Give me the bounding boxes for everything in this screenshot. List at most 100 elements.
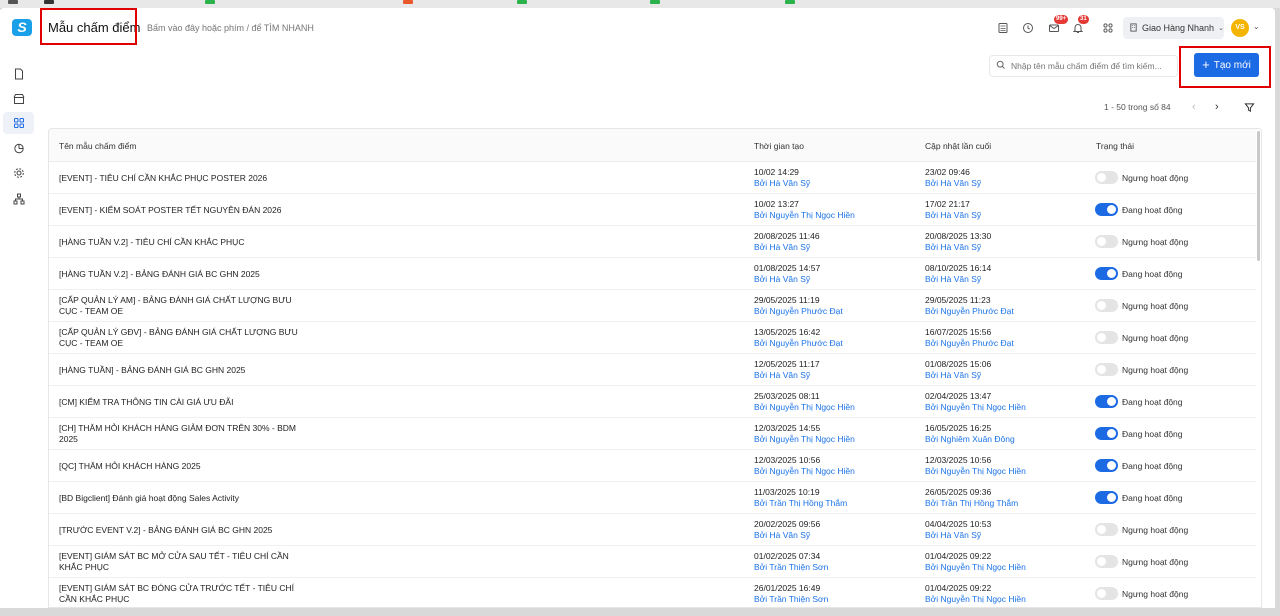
created-by-user[interactable]: Hà Văn Sỹ	[770, 370, 811, 380]
created-by-user[interactable]: Trần Thiện Sơn	[769, 594, 828, 604]
status-toggle[interactable]	[1095, 267, 1118, 280]
template-name[interactable]: [HÀNG TUẦN V.2] - TIÊU CHÍ CẦN KHẮC PHỤC	[59, 237, 299, 248]
status-toggle[interactable]	[1095, 587, 1118, 600]
notification-badge: 31	[1078, 15, 1089, 24]
table-row[interactable]: [BD Bigclient] Đánh giá hoạt động Sales …	[49, 482, 1256, 514]
created-by-user[interactable]: Hà Văn Sỹ	[770, 274, 811, 284]
updated-by-user[interactable]: Nguyễn Thị Ngọc Hiền	[941, 466, 1026, 476]
status-toggle[interactable]	[1095, 427, 1118, 440]
updated-cell: 26/05/2025 09:36 Bởi Trần Thị Hồng Thắm	[925, 487, 1018, 509]
grid-icon[interactable]	[3, 112, 34, 134]
column-header-name[interactable]: Tên mẫu chấm điểm	[59, 141, 136, 151]
created-by-user[interactable]: Nguyễn Phước Đạt	[770, 306, 843, 316]
template-name[interactable]: [HÀNG TUẦN V.2] - BẢNG ĐÁNH GIÁ BC GHN 2…	[59, 269, 299, 280]
gear-icon[interactable]	[10, 164, 28, 182]
created-by-user[interactable]: Hà Văn Sỹ	[770, 530, 811, 540]
template-name[interactable]: [CẤP QUẢN LÝ AM] - BẢNG ĐÁNH GIÁ CHẤT LƯ…	[59, 295, 299, 317]
calculator-icon[interactable]	[996, 21, 1010, 35]
table-row[interactable]: [QC] THĂM HỎI KHÁCH HÀNG 2025 12/03/2025 …	[49, 450, 1256, 482]
template-name[interactable]: [TRƯỚC EVENT V.2] - BẢNG ĐÁNH GIÁ BC GHN…	[59, 525, 299, 536]
store-icon[interactable]	[10, 90, 28, 108]
table-scrollbar[interactable]	[1256, 129, 1261, 607]
template-name[interactable]: [QC] THĂM HỎI KHÁCH HÀNG 2025	[59, 461, 299, 472]
table-row[interactable]: [CẤP QUẢN LÝ GĐV] - BẢNG ĐÁNH GIÁ CHẤT L…	[49, 322, 1256, 354]
template-name[interactable]: [EVENT] - TIÊU CHÍ CẦN KHẮC PHỤC POSTER …	[59, 173, 299, 184]
table-row[interactable]: [CH] THĂM HỎI KHÁCH HÀNG GIẢM ĐƠN TRÊN 3…	[49, 418, 1256, 450]
column-header-created[interactable]: Thời gian tạo	[754, 141, 804, 151]
avatar[interactable]: VS	[1231, 19, 1249, 37]
scrollbar-thumb[interactable]	[1257, 131, 1260, 261]
updated-by-user[interactable]: Hà Văn Sỹ	[941, 370, 982, 380]
table-row[interactable]: [TRƯỚC EVENT V.2] - BẢNG ĐÁNH GIÁ BC GHN…	[49, 514, 1256, 546]
bell-icon[interactable]: 31	[1071, 15, 1089, 35]
column-header-status[interactable]: Trạng thái	[1096, 141, 1134, 151]
document-icon[interactable]	[10, 65, 28, 83]
updated-by-user[interactable]: Nguyễn Phước Đạt	[941, 306, 1014, 316]
created-by-user[interactable]: Nguyễn Thị Ngọc Hiền	[770, 434, 855, 444]
created-time: 20/08/2025 11:46	[754, 231, 820, 241]
table-row[interactable]: [EVENT] GIÁM SÁT BC ĐÓNG CỬA TRƯỚC TẾT -…	[49, 578, 1256, 607]
created-by-user[interactable]: Trần Thiện Sơn	[769, 562, 828, 572]
chevron-right-icon[interactable]: ›	[1215, 101, 1219, 113]
updated-by-user[interactable]: Hà Văn Sỹ	[941, 178, 982, 188]
created-by-user[interactable]: Nguyễn Thị Ngọc Hiền	[770, 466, 855, 476]
pie-chart-icon[interactable]	[10, 139, 28, 157]
updated-by-user[interactable]: Nguyễn Thị Ngọc Hiền	[941, 402, 1026, 412]
status-toggle[interactable]	[1095, 395, 1118, 408]
status-toggle[interactable]	[1095, 171, 1118, 184]
template-name[interactable]: [CM] KIỂM TRA THÔNG TIN CÀI GIÁ ƯU ĐÃI	[59, 397, 299, 408]
table-row[interactable]: [CM] KIỂM TRA THÔNG TIN CÀI GIÁ ƯU ĐÃI 25…	[49, 386, 1256, 418]
updated-by-user[interactable]: Hà Văn Sỹ	[941, 530, 982, 540]
status-toggle[interactable]	[1095, 299, 1118, 312]
template-name[interactable]: [CẤP QUẢN LÝ GĐV] - BẢNG ĐÁNH GIÁ CHẤT L…	[59, 327, 299, 349]
updated-by-user[interactable]: Trần Thị Hồng Thắm	[940, 498, 1018, 508]
column-header-updated[interactable]: Cập nhật lần cuối	[925, 141, 991, 151]
created-by-user[interactable]: Trần Thị Hồng Thắm	[769, 498, 847, 508]
table-row[interactable]: [CẤP QUẢN LÝ AM] - BẢNG ĐÁNH GIÁ CHẤT LƯ…	[49, 290, 1256, 322]
table-row[interactable]: [EVENT] - TIÊU CHÍ CẦN KHẮC PHỤC POSTER …	[49, 162, 1256, 194]
chevron-down-icon[interactable]: ⌄	[1253, 22, 1260, 31]
apps-icon[interactable]	[1101, 21, 1115, 35]
search-input[interactable]	[1011, 61, 1171, 71]
mail-icon[interactable]: 99+	[1047, 15, 1069, 35]
updated-by-user[interactable]: Hà Văn Sỹ	[941, 210, 982, 220]
table-row[interactable]: [HÀNG TUẦN V.2] - TIÊU CHÍ CẦN KHẮC PHỤC…	[49, 226, 1256, 258]
created-by-user[interactable]: Hà Văn Sỹ	[770, 242, 811, 252]
template-name[interactable]: [BD Bigclient] Đánh giá hoạt động Sales …	[59, 493, 299, 504]
search-box[interactable]	[989, 55, 1178, 77]
template-name[interactable]: [EVENT] GIÁM SÁT BC MỞ CỬA SAU TẾT - TIÊ…	[59, 551, 299, 573]
updated-by-user[interactable]: Hà Văn Sỹ	[941, 274, 982, 284]
quick-search-hint[interactable]: Bấm vào đây hoặc phím / để TÌM NHANH	[147, 23, 314, 33]
template-name[interactable]: [EVENT] - KIỂM SOÁT POSTER TẾT NGUYÊN ĐÁ…	[59, 205, 299, 216]
status-toggle[interactable]	[1095, 523, 1118, 536]
status-toggle[interactable]	[1095, 363, 1118, 376]
updated-by-user[interactable]: Nghiêm Xuân Đông	[941, 434, 1015, 444]
template-name[interactable]: [EVENT] GIÁM SÁT BC ĐÓNG CỬA TRƯỚC TẾT -…	[59, 583, 299, 605]
status-toggle[interactable]	[1095, 203, 1118, 216]
updated-by-user[interactable]: Nguyễn Thị Ngọc Hiền	[941, 562, 1026, 572]
updated-by-user[interactable]: Nguyễn Phước Đạt	[941, 338, 1014, 348]
table-row[interactable]: [EVENT] GIÁM SÁT BC MỞ CỬA SAU TẾT - TIÊ…	[49, 546, 1256, 578]
created-by-user[interactable]: Hà Văn Sỹ	[770, 178, 811, 188]
status-toggle[interactable]	[1095, 235, 1118, 248]
status-toggle[interactable]	[1095, 331, 1118, 344]
template-name[interactable]: [HÀNG TUẦN] - BẢNG ĐÁNH GIÁ BC GHN 2025	[59, 365, 299, 376]
created-by-user[interactable]: Nguyễn Thị Ngọc Hiền	[770, 210, 855, 220]
table-row[interactable]: [EVENT] - KIỂM SOÁT POSTER TẾT NGUYÊN ĐÁ…	[49, 194, 1256, 226]
status-toggle[interactable]	[1095, 491, 1118, 504]
status-toggle[interactable]	[1095, 555, 1118, 568]
table-row[interactable]: [HÀNG TUẦN] - BẢNG ĐÁNH GIÁ BC GHN 2025 1…	[49, 354, 1256, 386]
status-toggle[interactable]	[1095, 459, 1118, 472]
company-selector[interactable]: Giao Hàng Nhanh ⌄	[1123, 17, 1224, 39]
template-name[interactable]: [CH] THĂM HỎI KHÁCH HÀNG GIẢM ĐƠN TRÊN 3…	[59, 423, 299, 445]
chevron-left-icon[interactable]: ‹	[1192, 101, 1196, 113]
filter-icon[interactable]	[1244, 102, 1255, 116]
created-by-user[interactable]: Nguyễn Phước Đạt	[770, 338, 843, 348]
created-by-user[interactable]: Nguyễn Thị Ngọc Hiền	[770, 402, 855, 412]
table-row[interactable]: [HÀNG TUẦN V.2] - BẢNG ĐÁNH GIÁ BC GHN 2…	[49, 258, 1256, 290]
updated-by-user[interactable]: Hà Văn Sỹ	[941, 242, 982, 252]
clock-icon[interactable]	[1021, 21, 1035, 35]
app-logo[interactable]: S	[12, 19, 32, 36]
updated-by-user[interactable]: Nguyễn Thị Ngọc Hiền	[941, 594, 1026, 604]
org-chart-icon[interactable]	[10, 190, 28, 208]
